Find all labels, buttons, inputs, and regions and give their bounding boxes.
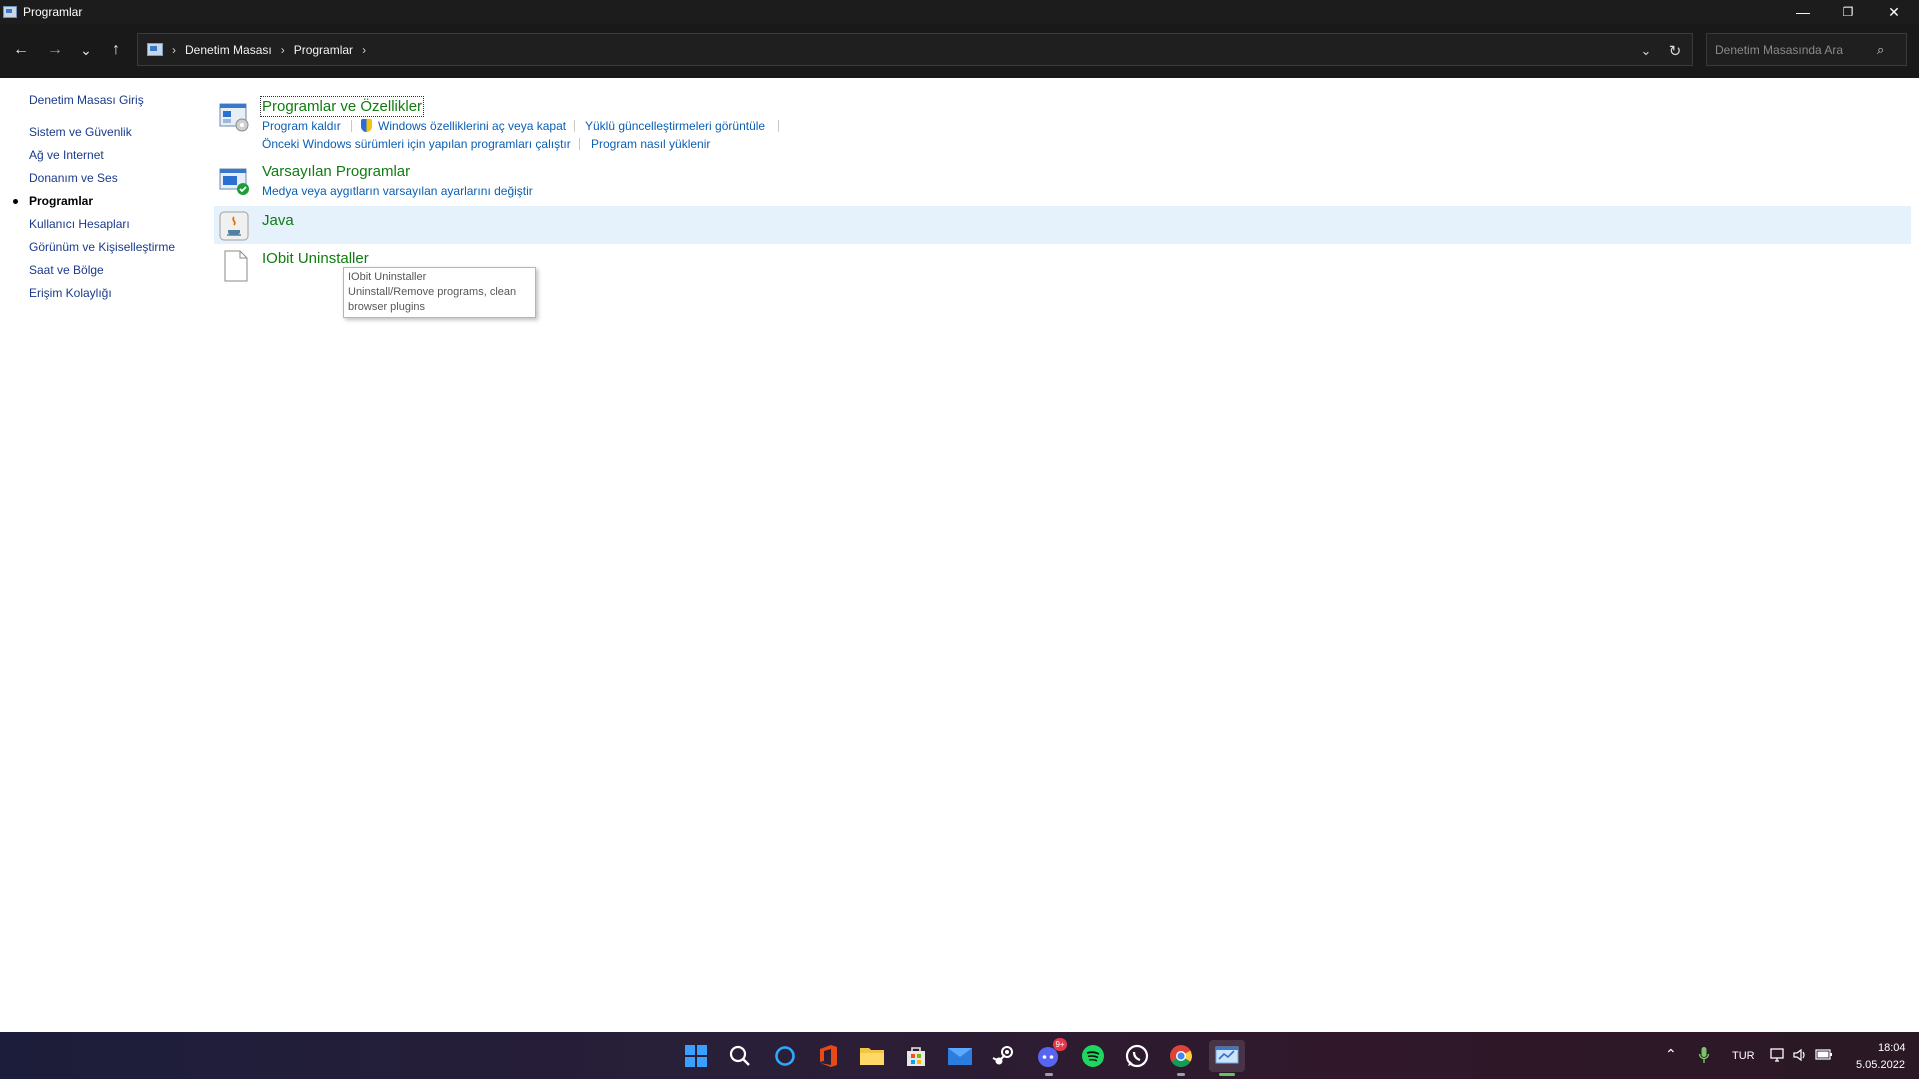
breadcrumb-separator[interactable]: › [172,43,176,57]
file-explorer-button[interactable] [856,1040,888,1072]
mail-icon [948,1048,972,1065]
windows-features-link[interactable]: Windows özelliklerini aç veya kapat [378,119,566,133]
link-separator [778,120,779,132]
steam-icon [992,1046,1013,1065]
iobit-uninstaller-icon [224,250,248,282]
how-to-install-link[interactable]: Program nasıl yüklenir [591,137,710,151]
language-indicator[interactable]: TUR [1732,1050,1755,1062]
microsoft-store-button[interactable] [900,1040,932,1072]
start-button[interactable] [680,1040,712,1072]
default-programs-icon [219,168,249,195]
office-icon [820,1045,837,1067]
search-box[interactable]: ⌕ [1706,33,1907,66]
breadcrumb-separator[interactable]: › [281,43,285,57]
link-separator [579,138,580,150]
restore-button[interactable]: ❐ [1825,0,1871,24]
cortana-icon [775,1046,795,1066]
sidebar-item-user-accounts[interactable]: Kullanıcı Hesapları [29,217,130,231]
window-title: Programlar [23,5,83,19]
forward-button[interactable]: → [41,38,69,62]
navigation-bar: ← → ⌄ ↑ › Denetim Masası › Programlar › … [0,24,1919,78]
clock-date[interactable]: 5.05.2022 [1856,1059,1905,1071]
title-bar: Programlar — ❐ ✕ [0,0,1919,24]
up-button[interactable]: ↑ [102,38,130,62]
clock-time[interactable]: 18:04 [1878,1042,1906,1054]
sidebar-item-home[interactable]: Denetim Masası Giriş [29,93,144,107]
minimize-button[interactable]: — [1780,0,1826,24]
running-indicator [1045,1073,1053,1076]
search-input[interactable] [1707,42,1877,57]
chrome-icon [1170,1045,1192,1067]
battery-icon[interactable] [1815,1048,1833,1062]
sidebar-item-network[interactable]: Ağ ve Internet [29,148,104,162]
search-icon[interactable]: ⌕ [1877,42,1884,58]
close-button[interactable]: ✕ [1871,0,1917,24]
back-button[interactable]: ← [7,38,35,62]
link-separator [351,120,352,132]
uninstall-program-link[interactable]: Program kaldır [262,119,341,133]
iobit-tooltip: IObit Uninstaller Uninstall/Remove progr… [343,267,536,318]
taskbar-search-button[interactable] [724,1040,756,1072]
taskbar: 9+ ⌃ TUR 18:04 5.05.2022 [0,1032,1919,1079]
compatibility-link[interactable]: Önceki Windows sürümleri için yapılan pr… [262,137,571,151]
whatsapp-icon [1125,1044,1149,1068]
windows-logo-icon [685,1045,707,1067]
sidebar-item-appearance[interactable]: Görünüm ve Kişiselleştirme [29,240,175,254]
java-link[interactable]: Java [262,212,294,229]
breadcrumb-control-panel[interactable]: Denetim Masası [185,43,272,57]
programs-features-link[interactable]: Programlar ve Özellikler [259,96,425,117]
breadcrumb-separator[interactable]: › [362,43,366,57]
spotify-button[interactable] [1077,1040,1109,1072]
active-bullet-icon [13,199,18,204]
mail-button[interactable] [944,1040,976,1072]
iobit-uninstaller-link[interactable]: IObit Uninstaller [262,250,369,267]
folder-icon [860,1048,884,1065]
discord-button[interactable]: 9+ [1033,1038,1067,1076]
tooltip-description: browser plugins [348,301,426,313]
breadcrumb-programs[interactable]: Programlar [294,43,353,57]
chrome-button[interactable] [1165,1040,1197,1076]
steam-button[interactable] [988,1040,1020,1072]
java-icon [219,211,249,241]
notification-badge: 9+ [1053,1038,1067,1051]
link-separator [574,120,575,132]
spotify-icon [1082,1045,1104,1067]
recent-locations-button[interactable]: ⌄ [72,38,100,62]
volume-icon[interactable] [1792,1047,1808,1063]
sidebar-item-clock-region[interactable]: Saat ve Bölge [29,263,104,277]
search-icon [729,1045,750,1066]
installed-updates-link[interactable]: Yüklü güncelleştirmeleri görüntüle [585,119,765,133]
whatsapp-button[interactable] [1121,1040,1153,1072]
sidebar-item-system-security[interactable]: Sistem ve Güvenlik [29,125,132,139]
java-row-highlight [214,206,1911,244]
office-button[interactable] [812,1040,844,1072]
tooltip-title: IObit Uninstaller [348,271,427,283]
sidebar-item-ease-of-access[interactable]: Erişim Kolaylığı [29,286,112,300]
active-indicator [1219,1073,1235,1076]
running-indicator [1177,1073,1185,1076]
microphone-icon[interactable] [1698,1046,1710,1064]
sidebar-item-programs[interactable]: Programlar [29,194,93,208]
store-icon [907,1047,925,1066]
show-hidden-icons-button[interactable]: ⌃ [1665,1046,1677,1063]
refresh-icon[interactable]: ↻ [1660,34,1690,67]
address-bar[interactable]: › Denetim Masası › Programlar › ⌄ ↻ [137,33,1693,66]
control-panel-icon [1215,1046,1239,1064]
uac-shield-icon [361,119,372,132]
tooltip-description: Uninstall/Remove programs, clean [348,286,517,298]
media-defaults-link[interactable]: Medya veya aygıtların varsayılan ayarlar… [262,184,533,198]
control-panel-taskbar-button[interactable] [1209,1040,1245,1076]
cortana-button[interactable] [769,1040,801,1072]
address-dropdown-icon[interactable]: ⌄ [1631,34,1661,67]
control-panel-icon [3,6,17,18]
network-icon[interactable] [1770,1047,1786,1063]
sidebar-item-hardware-sound[interactable]: Donanım ve Ses [29,171,118,185]
programs-features-icon [219,103,249,132]
default-programs-link[interactable]: Varsayılan Programlar [262,163,410,180]
control-panel-icon [147,43,163,56]
